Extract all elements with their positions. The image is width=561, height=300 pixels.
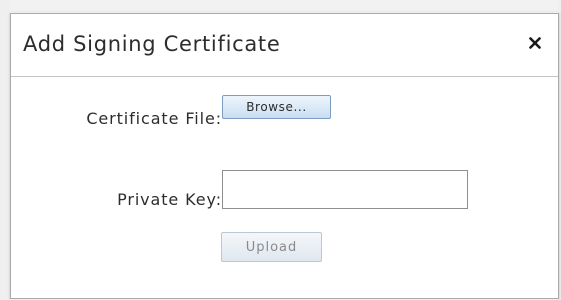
certificate-file-label: Certificate File: <box>86 109 222 128</box>
private-key-label: Private Key: <box>117 190 222 209</box>
private-key-input[interactable] <box>222 170 468 209</box>
dialog-title: Add Signing Certificate <box>23 32 281 56</box>
background-page-edge-top <box>0 0 561 12</box>
browse-button[interactable]: Browse... <box>222 95 331 119</box>
upload-button[interactable]: Upload <box>221 232 322 262</box>
close-icon <box>529 37 541 49</box>
close-button[interactable] <box>524 31 546 55</box>
background-page-edge-left <box>0 0 10 300</box>
dialog-titlebar: Add Signing Certificate <box>11 14 558 77</box>
